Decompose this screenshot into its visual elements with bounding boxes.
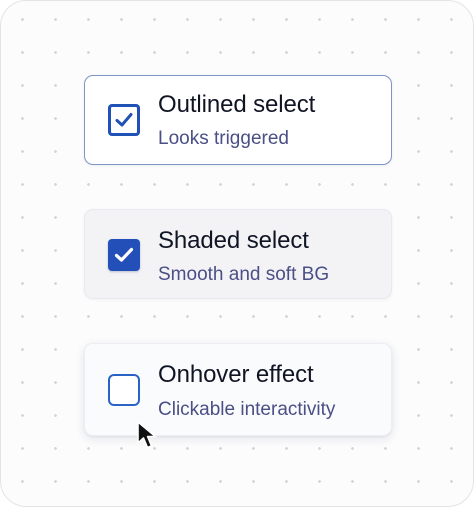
check-icon [114,247,134,262]
hover-checkbox[interactable] [108,374,140,406]
card-subtitle: Smooth and soft BG [158,264,330,285]
onhover-effect-card[interactable]: Onhover effect Clickable interactivity [84,343,392,436]
outlined-select-card[interactable]: Outlined select Looks triggered [84,75,392,165]
canvas-frame: Outlined select Looks triggered Shaded s… [0,0,474,507]
card-subtitle: Clickable interactivity [158,399,336,420]
card-title: Outlined select [158,91,316,118]
card-subtitle: Looks triggered [158,128,289,149]
card-title: Shaded select [158,227,309,254]
check-icon [115,113,133,127]
shaded-checkbox[interactable] [108,239,140,271]
shaded-select-card[interactable]: Shaded select Smooth and soft BG [84,209,392,299]
card-title: Onhover effect [158,361,314,388]
mouse-pointer-icon [137,421,157,449]
outlined-checkbox[interactable] [108,104,140,136]
